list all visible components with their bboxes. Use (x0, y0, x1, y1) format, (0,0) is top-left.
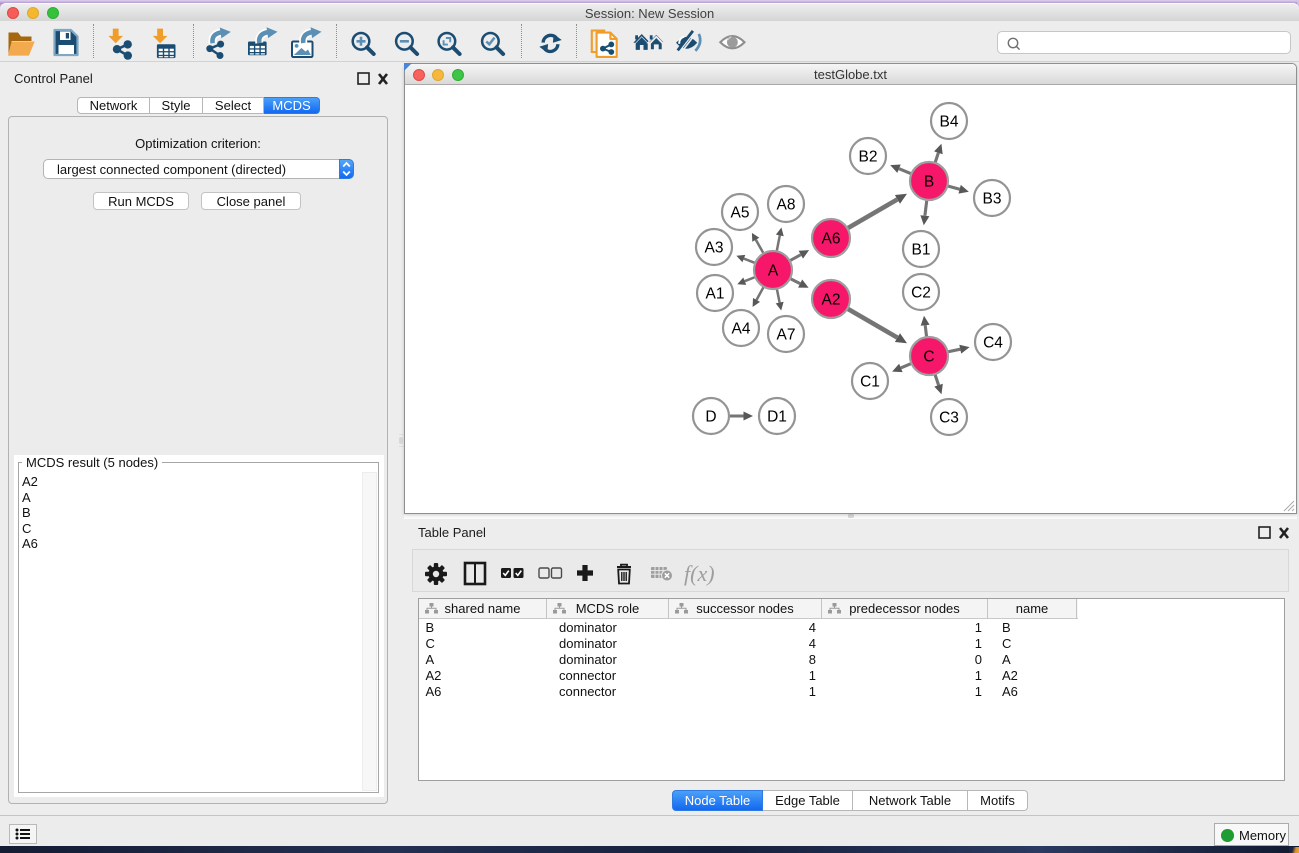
svg-text:A8: A8 (777, 196, 796, 213)
svg-text:A1: A1 (706, 285, 725, 302)
svg-text:B2: B2 (859, 148, 878, 165)
svg-text:C3: C3 (939, 409, 959, 426)
svg-text:A6: A6 (822, 230, 841, 247)
svg-text:A7: A7 (777, 326, 796, 343)
svg-text:C: C (923, 348, 934, 365)
svg-text:A5: A5 (731, 204, 750, 221)
svg-text:B4: B4 (940, 113, 959, 130)
svg-text:A: A (768, 262, 779, 279)
svg-text:D1: D1 (767, 408, 787, 425)
svg-text:B1: B1 (912, 241, 931, 258)
svg-text:A4: A4 (732, 320, 751, 337)
svg-text:A3: A3 (705, 239, 724, 256)
svg-text:C2: C2 (911, 284, 931, 301)
svg-text:f(x): f(x) (684, 561, 715, 586)
svg-text:C4: C4 (983, 334, 1003, 351)
svg-text:B: B (924, 173, 934, 190)
svg-text:A2: A2 (822, 291, 841, 308)
svg-text:C1: C1 (860, 373, 880, 390)
svg-text:B3: B3 (983, 190, 1002, 207)
svg-text:D: D (705, 408, 716, 425)
